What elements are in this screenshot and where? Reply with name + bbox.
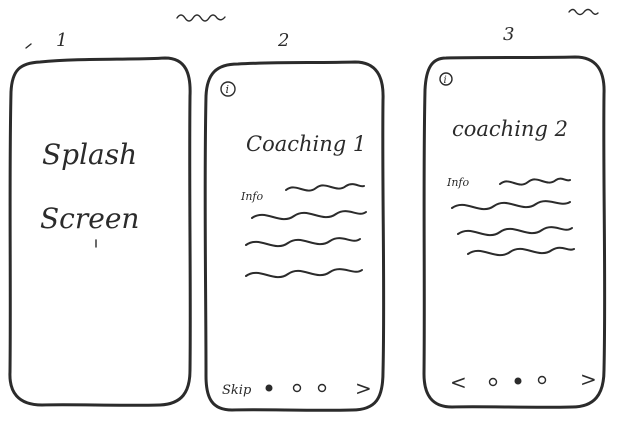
pager-nav: < > [450,367,597,394]
info-icon-glyph: i [444,75,447,86]
text-placeholder-line [467,246,575,257]
text-placeholder-line [451,200,571,211]
prev-arrow-button[interactable]: < [450,370,467,394]
text-placeholder-line [499,177,571,186]
screen-3-title: coaching 2 [452,117,568,141]
screen-1-number: 1 [56,30,67,51]
screen-2-title: Coaching 1 [246,132,366,156]
text-placeholder-line [251,210,367,221]
stray-squiggle-right [568,8,599,16]
page-dot [317,383,327,393]
page-dot-active [265,384,273,392]
screen-3-number: 3 [503,24,514,45]
page-dot [292,383,302,393]
page-dot [488,377,498,387]
page-dot-active [514,377,522,385]
wireframe-sketch: 1 Splash Screen 2 i Coaching 1 Info Skip… [8,8,607,412]
info-icon[interactable]: i [439,72,453,86]
splash-line-1: Splash [42,138,137,171]
screen-2-number: 2 [277,30,289,51]
text-placeholder-line [285,183,365,192]
info-icon-glyph: i [226,83,230,96]
next-arrow-button[interactable]: > [355,376,372,400]
next-arrow-button[interactable]: > [580,367,597,391]
text-placeholder-line [245,268,363,279]
info-label: Info [446,176,470,189]
info-label: Info [240,190,264,203]
stray-squiggle-top [176,14,226,22]
phone-frame-3 [422,55,607,409]
info-icon[interactable]: i [220,81,236,97]
splash-line-2: Screen [40,202,139,235]
stray-mark-left [25,43,32,49]
pager-nav: Skip > [222,376,372,400]
text-placeholder-line [457,226,573,237]
text-placeholder-line [245,237,361,248]
page-dot [537,375,547,385]
phone-frame-2 [203,60,386,412]
skip-button[interactable]: Skip [222,383,252,398]
